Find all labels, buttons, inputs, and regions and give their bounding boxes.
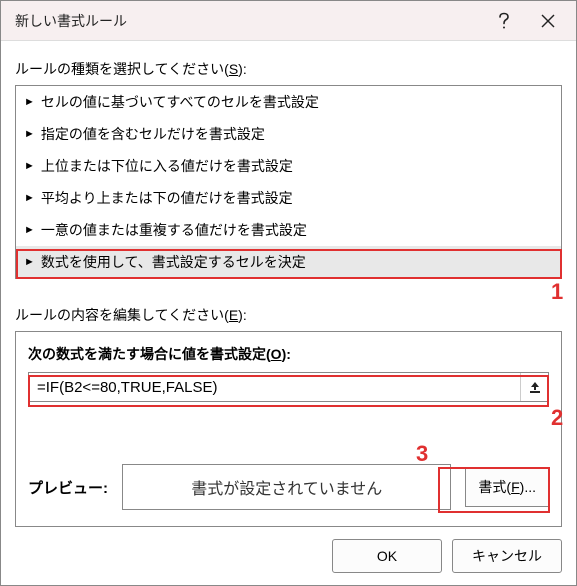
ok-button[interactable]: OK xyxy=(332,539,442,573)
close-button[interactable] xyxy=(526,6,570,36)
bullet-icon: ► xyxy=(24,257,35,268)
formula-input-row xyxy=(28,372,549,402)
rule-type-item[interactable]: ►平均より上または下の値だけを書式設定 xyxy=(16,182,561,214)
cancel-button[interactable]: キャンセル xyxy=(452,539,562,573)
bullet-icon: ► xyxy=(24,129,35,140)
preview-row: プレビュー: 書式が設定されていません 書式(F)... xyxy=(28,464,549,510)
rule-type-item[interactable]: ►一意の値または重複する値だけを書式設定 xyxy=(16,214,561,246)
preview-label: プレビュー: xyxy=(28,477,108,498)
formula-label: 次の数式を満たす場合に値を書式設定(O): xyxy=(28,344,549,364)
format-button[interactable]: 書式(F)... xyxy=(465,467,549,507)
edit-rule-label: ルールの内容を編集してください(E): xyxy=(15,305,562,325)
titlebar: 新しい書式ルール xyxy=(1,1,576,41)
formula-input[interactable] xyxy=(29,373,520,401)
new-formatting-rule-dialog: 新しい書式ルール ルールの種類を選択してください(S): ►セルの値に基づいてす… xyxy=(0,0,577,586)
help-button[interactable] xyxy=(482,6,526,36)
bullet-icon: ► xyxy=(24,97,35,108)
rule-type-item[interactable]: ►指定の値を含むセルだけを書式設定 xyxy=(16,118,561,150)
bullet-icon: ► xyxy=(24,161,35,172)
rule-type-list[interactable]: ►セルの値に基づいてすべてのセルを書式設定 ►指定の値を含むセルだけを書式設定 … xyxy=(15,85,562,279)
collapse-dialog-button[interactable] xyxy=(520,373,548,401)
rule-type-item-selected[interactable]: ►数式を使用して、書式設定するセルを決定 xyxy=(16,246,561,278)
select-rule-type-label: ルールの種類を選択してください(S): xyxy=(15,59,562,79)
dialog-footer: OK キャンセル xyxy=(332,539,562,573)
rule-type-item[interactable]: ►上位または下位に入る値だけを書式設定 xyxy=(16,150,561,182)
bullet-icon: ► xyxy=(24,193,35,204)
rule-type-item[interactable]: ►セルの値に基づいてすべてのセルを書式設定 xyxy=(16,86,561,118)
bullet-icon: ► xyxy=(24,225,35,236)
preview-box: 書式が設定されていません xyxy=(122,464,451,510)
edit-rule-panel: 次の数式を満たす場合に値を書式設定(O): プレビュー: 書式が設定されていませ… xyxy=(15,331,562,527)
dialog-title: 新しい書式ルール xyxy=(15,11,482,31)
dialog-body: ルールの種類を選択してください(S): ►セルの値に基づいてすべてのセルを書式設… xyxy=(1,41,576,541)
